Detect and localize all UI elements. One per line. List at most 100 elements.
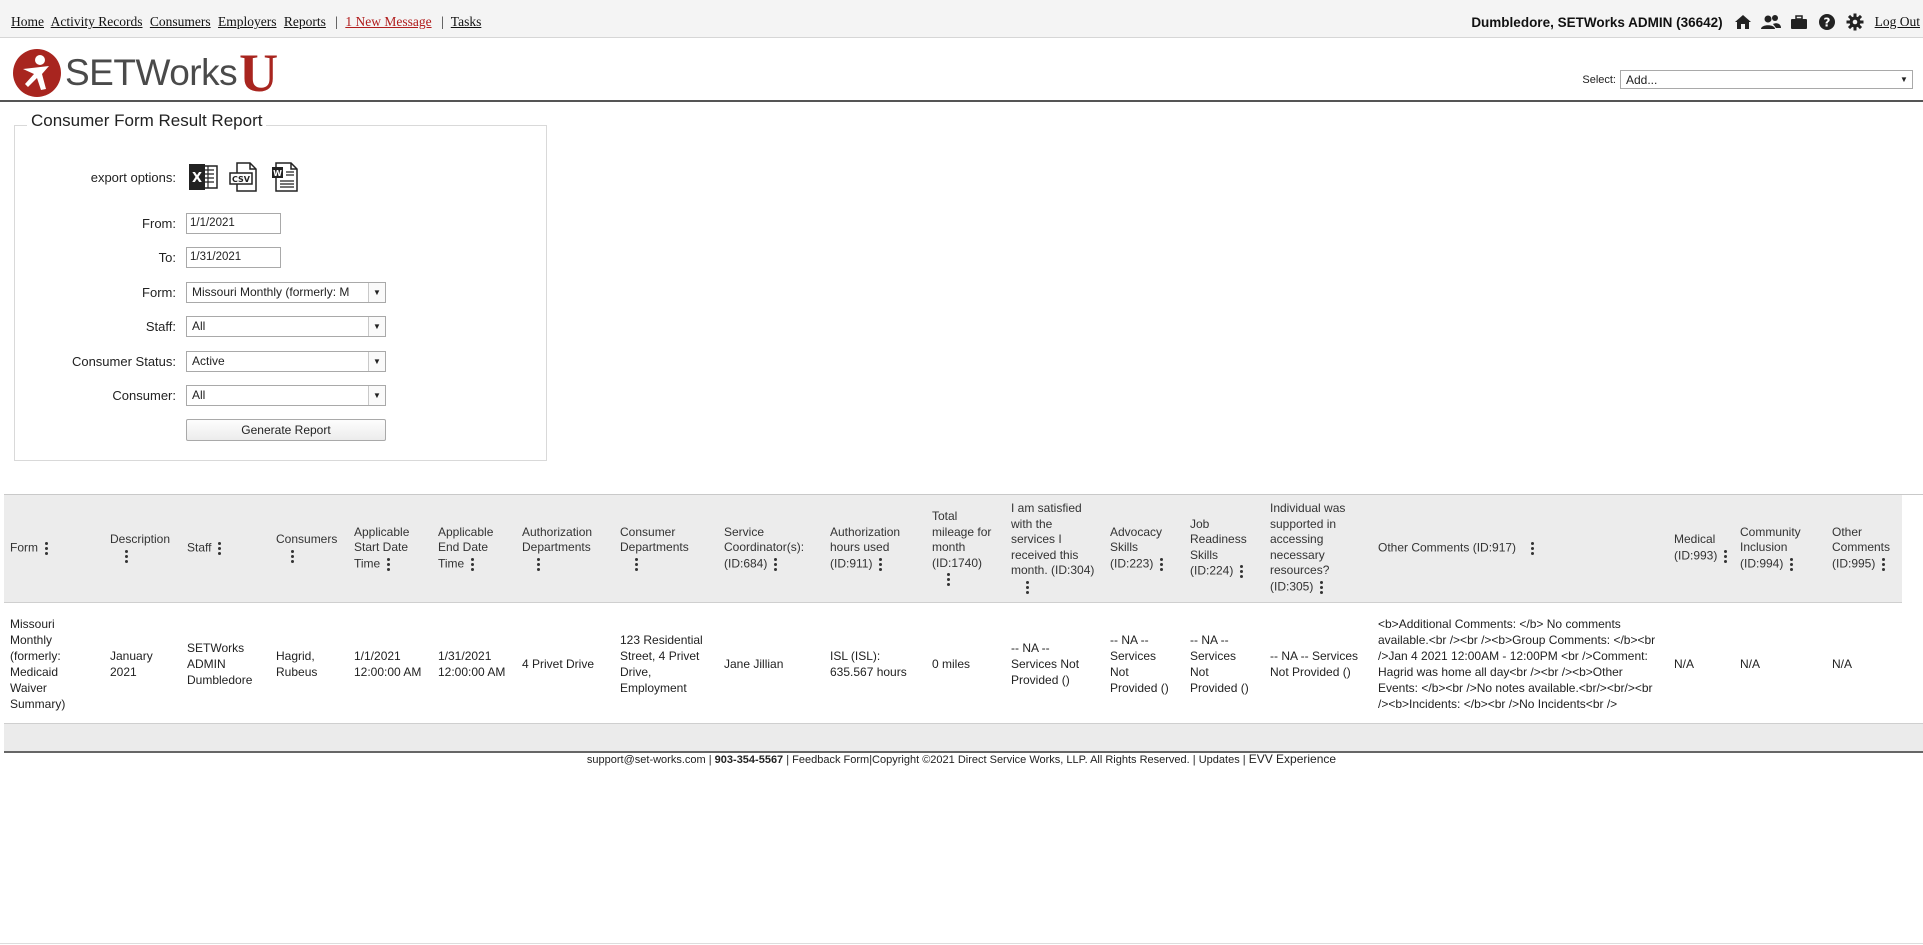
bottom-divider (0, 943, 1923, 944)
logo-u: U (239, 43, 279, 103)
col-header-label: Applicable Start Date Time (354, 524, 410, 571)
cell-supported-resources: -- NA -- Services Not Provided () (1270, 648, 1359, 679)
to-date-input[interactable]: 1/31/2021 (186, 246, 281, 268)
table-row: Missouri Monthly (formerly: Medicaid Wai… (4, 603, 1902, 725)
column-menu-icon[interactable] (1159, 556, 1163, 573)
staff-row: Staff: All ▼ (15, 315, 386, 337)
nav-consumers[interactable]: Consumers (150, 14, 211, 29)
support-email-link[interactable]: support@set-works.com (587, 754, 706, 766)
col-header-label: Description (110, 532, 171, 547)
chevron-down-icon: ▼ (1896, 71, 1912, 88)
add-select[interactable]: Add... ▼ (1620, 70, 1913, 89)
consumer-status-select[interactable]: Active ▼ (186, 350, 386, 372)
column-menu-icon[interactable] (1723, 548, 1727, 565)
generate-report-button[interactable]: Generate Report (186, 419, 386, 441)
column-menu-icon[interactable] (773, 556, 777, 573)
staff-select[interactable]: All ▼ (186, 315, 386, 337)
generate-row: Generate Report (15, 419, 386, 441)
column-menu-icon[interactable] (1881, 556, 1885, 573)
column-menu-icon[interactable] (536, 556, 540, 573)
home-icon[interactable] (1732, 13, 1754, 31)
results-table-wrap: Form Description Staff Consumers Applica… (4, 494, 1923, 751)
status-row: Consumer Status: Active ▼ (15, 350, 386, 372)
footer-separator: | (708, 754, 712, 766)
from-date-input[interactable]: 1/1/2021 (186, 212, 281, 234)
col-header-label: Job Readiness Skills (ID:224) (1190, 516, 1247, 578)
nav-home[interactable]: Home (11, 14, 44, 29)
top-nav-bar: Home Activity Records Consumers Employer… (0, 0, 1923, 38)
csv-icon[interactable]: CSV (227, 160, 261, 194)
column-menu-icon[interactable] (1530, 540, 1534, 557)
word-icon[interactable]: W (268, 160, 302, 194)
cell-consumers: Hagrid, Rubeus (276, 648, 318, 679)
excel-icon[interactable]: X (186, 160, 220, 194)
from-row: From: 1/1/2021 (15, 212, 281, 234)
chevron-down-icon: ▼ (368, 282, 385, 302)
nav-new-message[interactable]: 1 New Message (345, 14, 431, 29)
col-header-label: Staff (187, 540, 212, 555)
staff-select-value: All (192, 319, 206, 333)
report-title: Consumer Form Result Report (27, 111, 267, 131)
cell-authorization-hours: ISL (ISL): 635.567 hours (830, 648, 907, 679)
support-phone: 903-354-5567 (714, 754, 784, 766)
col-header-medical: Medical (ID:993) (1668, 495, 1734, 603)
cell-service-coordinators: Jane Jillian (724, 656, 784, 671)
form-select[interactable]: Missouri Monthly (formerly: M ▼ (186, 281, 386, 303)
cell-other-comments-995: N/A (1832, 656, 1853, 671)
gear-icon[interactable] (1844, 13, 1866, 31)
column-menu-icon[interactable] (217, 540, 221, 557)
nav-activity-records[interactable]: Activity Records (51, 14, 143, 29)
cell-staff: SETWorks ADMIN Dumbledore (187, 640, 253, 687)
consumer-select[interactable]: All ▼ (186, 384, 386, 406)
column-menu-icon[interactable] (470, 556, 474, 573)
add-select-value: Add... (1626, 72, 1658, 87)
results-table: Form Description Staff Consumers Applica… (4, 495, 1902, 724)
svg-text:?: ? (1823, 16, 1830, 30)
col-header-label: Advocacy Skills (ID:223) (1110, 524, 1163, 571)
col-header-service-coordinators: Service Coordinator(s): (ID:684) (718, 495, 824, 603)
copyright-text: |Copyright ©2021 Direct Service Works, L… (869, 754, 1190, 766)
svg-text:X: X (192, 171, 202, 186)
column-menu-icon[interactable] (1319, 579, 1323, 596)
column-menu-icon[interactable] (1239, 563, 1243, 580)
nav-links: Home Activity Records Consumers Employer… (11, 14, 485, 30)
col-header-staff: Staff (181, 495, 270, 603)
cell-other-comments-917: <b>Additional Comments: </b> No comments… (1378, 616, 1656, 711)
logout-link[interactable]: Log Out (1875, 14, 1920, 30)
staff-label: Staff: (145, 318, 176, 334)
cell-end-date: 1/31/2021 12:00:00 AM (438, 648, 506, 679)
users-icon[interactable] (1760, 13, 1782, 31)
column-menu-icon[interactable] (878, 556, 882, 573)
col-header-satisfied: I am satisfied with the services I recei… (1005, 495, 1104, 603)
nav-employers[interactable]: Employers (218, 14, 277, 29)
col-header-authorization-hours: Authorization hours used (ID:911) (824, 495, 926, 603)
nav-right: Dumbledore, SETWorks ADMIN (36642) ? Log… (1471, 12, 1923, 32)
col-header-label: Form (10, 540, 38, 555)
help-icon[interactable]: ? (1816, 13, 1838, 31)
logo-runner-icon (13, 49, 61, 97)
nav-separator: | (440, 14, 444, 29)
footer-separator: | (1242, 754, 1246, 766)
column-menu-icon[interactable] (386, 556, 390, 573)
briefcase-icon[interactable] (1788, 13, 1810, 31)
column-menu-icon[interactable] (946, 571, 950, 588)
nav-tasks[interactable]: Tasks (451, 14, 482, 29)
col-header-label: I am satisfied with the services I recei… (1011, 501, 1095, 578)
setworks-logo[interactable]: SETWorks U (13, 46, 278, 100)
updates-link[interactable]: Updates (1199, 754, 1240, 766)
column-menu-icon[interactable] (44, 540, 48, 557)
column-menu-icon[interactable] (124, 548, 128, 565)
feedback-form-link[interactable]: Feedback Form (792, 754, 869, 766)
column-menu-icon[interactable] (290, 548, 294, 565)
col-header-supported-resources: Individual was supported in accessing ne… (1264, 495, 1372, 603)
chevron-down-icon: ▼ (368, 316, 385, 336)
nav-reports[interactable]: Reports (284, 14, 326, 29)
footer-separator: | (786, 754, 790, 766)
column-menu-icon[interactable] (634, 556, 638, 573)
cell-total-mileage: 0 miles (932, 656, 971, 671)
column-menu-icon[interactable] (1789, 556, 1793, 573)
col-header-label: Service Coordinator(s): (ID:684) (724, 524, 805, 571)
svg-text:CSV: CSV (232, 175, 251, 184)
evv-experience-link[interactable]: EVV Experience (1249, 752, 1336, 766)
column-menu-icon[interactable] (1025, 579, 1029, 596)
